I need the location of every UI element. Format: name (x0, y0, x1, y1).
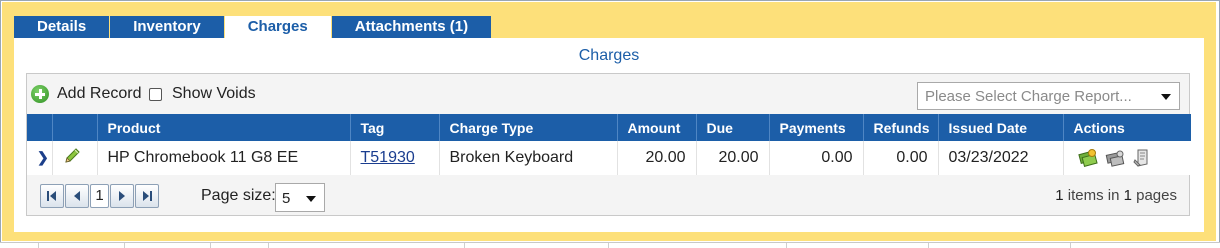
show-voids-toggle: Show Voids (149, 85, 256, 103)
column-header-amount[interactable]: Amount (617, 114, 697, 141)
pencil-icon[interactable] (63, 147, 81, 165)
show-voids-label: Show Voids (172, 85, 256, 102)
first-page-button[interactable] (40, 184, 64, 208)
pager: 1 Page size: 5 1 items in 1 pages (27, 176, 1189, 216)
amount-cell: 20.00 (617, 141, 697, 175)
add-icon (31, 85, 49, 103)
charge-type-cell: Broken Keyboard (439, 141, 618, 175)
divider (124, 243, 125, 248)
items-text: items in (1067, 187, 1120, 204)
tag-cell: T51930 (350, 141, 440, 175)
previous-page-icon (74, 191, 80, 201)
tab-charges[interactable]: Charges (224, 16, 331, 39)
issued-date-cell: 03/23/2022 (938, 141, 1064, 175)
current-page-indicator[interactable]: 1 (90, 184, 109, 208)
pay-icon[interactable] (1077, 148, 1098, 168)
last-page-button[interactable] (135, 184, 159, 208)
first-page-icon (47, 191, 56, 201)
divider (1070, 243, 1071, 248)
payments-cell: 0.00 (769, 141, 864, 175)
column-header-due[interactable]: Due (696, 114, 770, 141)
chevron-down-icon (1161, 94, 1171, 100)
pager-buttons: 1 (40, 184, 160, 208)
divider (464, 243, 465, 248)
column-header-actions: Actions (1063, 114, 1191, 141)
bottom-strip (0, 242, 1220, 248)
grid-toolbar: Add Record Show Voids Please Select Char… (27, 74, 1189, 114)
tab-inventory[interactable]: Inventory (110, 16, 224, 38)
due-cell: 20.00 (696, 141, 770, 175)
tab-attachments[interactable]: Attachments (1) (331, 16, 492, 38)
page-count: 1 (1123, 187, 1132, 204)
charge-report-placeholder: Please Select Charge Report... (925, 88, 1132, 105)
divider (268, 243, 269, 248)
void-icon[interactable] (1132, 148, 1152, 168)
pager-info: 1 items in 1 pages (1055, 187, 1177, 204)
section-title: Charges (578, 47, 640, 64)
payment-plan-icon[interactable] (1105, 148, 1125, 168)
expand-cell: ❯ (27, 141, 53, 175)
pages-text: pages (1136, 187, 1177, 204)
column-header-payments[interactable]: Payments (769, 114, 864, 141)
previous-page-button[interactable] (65, 184, 89, 208)
divider (38, 243, 39, 248)
column-header-charge-type[interactable]: Charge Type (439, 114, 618, 141)
divider (928, 243, 929, 248)
divider (786, 243, 787, 248)
column-header-refunds[interactable]: Refunds (863, 114, 939, 141)
charges-content: Charges Add Record Show Voids Please Sel… (14, 38, 1204, 232)
edit-cell (52, 141, 98, 175)
table-header-row: Product Tag Charge Type Amount Due Payme… (27, 114, 1191, 141)
refunds-cell: 0.00 (863, 141, 939, 175)
table-row: ❯ HP Chromebook 11 G8 EE T51930 Broken K… (27, 141, 1191, 175)
actions-cell (1063, 141, 1191, 175)
tab-details[interactable]: Details (14, 16, 110, 38)
divider (210, 243, 211, 248)
add-record-button[interactable]: Add Record (31, 85, 142, 103)
tag-link[interactable]: T51930 (361, 149, 415, 166)
page-size-select[interactable]: 5 (275, 183, 325, 212)
charges-table: Product Tag Charge Type Amount Due Payme… (27, 114, 1191, 175)
next-page-icon (119, 191, 125, 201)
item-count: 1 (1055, 187, 1064, 204)
charges-grid: Add Record Show Voids Please Select Char… (26, 73, 1191, 216)
next-page-button[interactable] (110, 184, 134, 208)
charge-report-select[interactable]: Please Select Charge Report... (917, 82, 1180, 110)
chevron-down-icon (306, 196, 316, 202)
add-record-label: Add Record (57, 85, 142, 102)
page-size-value: 5 (282, 190, 291, 207)
column-header-issued-date[interactable]: Issued Date (938, 114, 1064, 141)
column-header-expand (27, 114, 53, 141)
last-page-icon (143, 191, 152, 201)
product-cell: HP Chromebook 11 G8 EE (97, 141, 351, 175)
divider (608, 243, 609, 248)
page-size-label: Page size: (201, 187, 276, 204)
tab-bar: Details Inventory Charges Attachments (1… (14, 16, 492, 39)
show-voids-checkbox[interactable] (149, 87, 162, 101)
column-header-edit (52, 114, 98, 141)
expand-row-icon[interactable]: ❯ (37, 149, 49, 165)
column-header-product[interactable]: Product (97, 114, 351, 141)
column-header-tag[interactable]: Tag (350, 114, 440, 141)
